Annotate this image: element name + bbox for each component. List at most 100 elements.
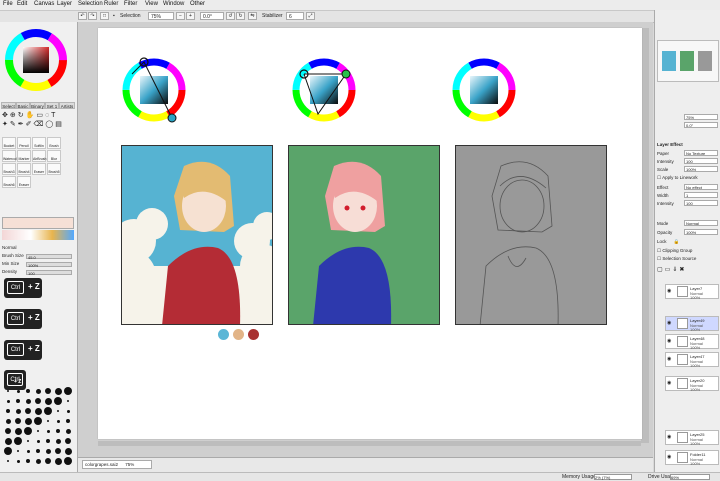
document-canvas[interactable] (98, 28, 642, 439)
navigator-preview[interactable] (657, 40, 719, 82)
move-icon[interactable]: ✥ (2, 112, 10, 119)
brush-size-preset[interactable] (5, 428, 11, 434)
layer-row[interactable]: ◉ Folder11 Normal 100% (665, 450, 719, 466)
brush-size-preset[interactable] (44, 397, 52, 405)
blend-mode-value[interactable]: Normal (2, 245, 17, 250)
tool-pencil[interactable]: Pencil (17, 137, 31, 149)
layer-row[interactable]: ◉ Layer7 Normal 100% (665, 284, 719, 300)
tool-brush5[interactable]: Brush5 (47, 163, 61, 175)
color-mix-slider[interactable] (2, 230, 74, 240)
brush-size-preset[interactable] (35, 458, 41, 464)
brush-size-preset[interactable] (56, 429, 60, 433)
tool-bucket[interactable]: Bucket (2, 137, 16, 149)
zoom-out-button[interactable]: − (176, 12, 185, 20)
swatch-tan[interactable] (233, 329, 244, 340)
magic-wand-icon[interactable]: ✦ (2, 121, 10, 128)
brush-size-preset[interactable] (65, 428, 71, 434)
brush-size-preset[interactable] (57, 410, 59, 412)
brush-size-preset[interactable] (54, 457, 62, 465)
eye-icon[interactable]: ◉ (667, 435, 673, 440)
min-size-slider[interactable]: 100% (26, 262, 72, 268)
deselect-button[interactable]: □ (100, 12, 109, 20)
flip-button[interactable]: ⇋ (248, 12, 257, 20)
eye-icon[interactable]: ◉ (667, 357, 673, 362)
width-slider[interactable]: 1 (684, 192, 718, 198)
zoom-in-button[interactable]: + (186, 12, 195, 20)
layer-row[interactable]: ◉ Layer49 Normal 100% (665, 316, 719, 332)
clipping-group-row[interactable]: ☐ Clipping Group (657, 247, 719, 254)
brush-size-preset[interactable] (55, 448, 61, 454)
brush-size-preset[interactable] (65, 438, 71, 444)
brush-size-preset[interactable] (45, 448, 51, 454)
tab-set1[interactable]: Set 1 (45, 102, 59, 109)
brush-size-preset[interactable] (6, 399, 10, 403)
layer-row[interactable]: ◉ Layer47 Normal 100% (665, 352, 719, 368)
brush-size-preset[interactable] (16, 459, 20, 463)
tool-marker[interactable]: Marker (17, 150, 31, 162)
vertical-scrollbar[interactable] (641, 28, 649, 443)
brush-size-preset[interactable] (45, 388, 51, 394)
brush-size-preset[interactable] (36, 439, 40, 443)
rotate-right-button[interactable]: ↻ (236, 12, 245, 20)
shape-icon[interactable]: ◯ (45, 121, 55, 128)
brush-size-preset[interactable] (44, 407, 52, 415)
tool-eraser-2[interactable]: Eraser (17, 176, 31, 188)
nav-angle-field[interactable]: 0.0° (684, 122, 718, 128)
brush-size-preset[interactable] (26, 459, 30, 463)
brush-size-preset[interactable] (54, 387, 62, 395)
menu-edit[interactable]: Edit (17, 1, 27, 7)
text-icon[interactable]: T (51, 112, 57, 119)
brush-size-preset[interactable] (54, 397, 62, 405)
brush-size-preset[interactable] (14, 437, 22, 445)
select-eraser-icon[interactable]: ⌫ (34, 121, 46, 128)
stabilizer-field[interactable]: 6 (286, 12, 304, 20)
checkbox-icon[interactable]: ☐ (657, 256, 661, 261)
swatch-red[interactable] (248, 329, 259, 340)
brush-size-preset[interactable] (56, 419, 60, 423)
menu-layer[interactable]: Layer (57, 1, 72, 7)
tool-softlin[interactable]: Softlin (32, 137, 46, 149)
brush-size-preset[interactable] (34, 407, 42, 415)
brush-size-preset[interactable] (46, 439, 50, 443)
brush-size-preset[interactable] (14, 427, 22, 435)
brush-size-preset[interactable] (24, 417, 32, 425)
checkbox-icon[interactable]: ☐ (657, 248, 661, 253)
effect-select[interactable]: No effect (684, 184, 718, 190)
intensity2-slider[interactable]: 100 (684, 200, 718, 206)
layer-opacity-slider[interactable]: 100% (684, 229, 718, 235)
gradient-icon[interactable]: ▤ (55, 121, 64, 128)
paper-select[interactable]: No Texture (684, 150, 718, 156)
tool-airbrush[interactable]: AirBrush (32, 150, 46, 162)
rect-select-icon[interactable]: ▭ (36, 112, 45, 119)
color-wheel[interactable] (4, 28, 68, 92)
brush-size-preset[interactable] (7, 460, 9, 462)
brush-size-preset[interactable] (35, 388, 41, 394)
brush-size-preset[interactable] (15, 418, 21, 424)
tab-artists[interactable]: Artists (59, 102, 75, 109)
menu-ruler[interactable]: Ruler (104, 1, 118, 7)
tool-brush6[interactable]: Brush6 (2, 176, 16, 188)
selection-source-row[interactable]: ☐ Selection Source (657, 255, 719, 262)
menu-selection[interactable]: Selection (78, 1, 103, 7)
tool-blur[interactable]: Blur (47, 150, 61, 162)
zoom-icon[interactable]: ⊕ (10, 112, 18, 119)
brush-size-preset[interactable] (64, 457, 72, 465)
brush-size-preset[interactable] (16, 389, 20, 393)
current-color-swatch[interactable] (2, 217, 74, 229)
scale-slider[interactable]: 100% (684, 166, 718, 172)
tab-basic[interactable]: Basic (16, 102, 30, 109)
tab-binary[interactable]: Binary (30, 102, 45, 109)
undo-button[interactable]: ↶ (78, 12, 87, 20)
layer-row[interactable]: ◉ Layer25 Normal 100% (665, 430, 719, 446)
brush-size-preset[interactable] (66, 409, 70, 413)
layer-row[interactable]: ◉ Layer48 Normal 100% (665, 334, 719, 350)
apply-linework-row[interactable]: ☐ Apply to Linework (657, 174, 719, 181)
brush-size-preset[interactable] (64, 387, 72, 395)
brush-size-preset[interactable] (66, 419, 70, 423)
brush-size-preset[interactable] (55, 438, 61, 444)
menu-other[interactable]: Other (190, 1, 205, 7)
eye-icon[interactable]: ◉ (667, 321, 673, 326)
rotate-left-button[interactable]: ↺ (226, 12, 235, 20)
pen-icon[interactable]: ✒ (18, 121, 26, 128)
swatch-blue[interactable] (218, 329, 229, 340)
